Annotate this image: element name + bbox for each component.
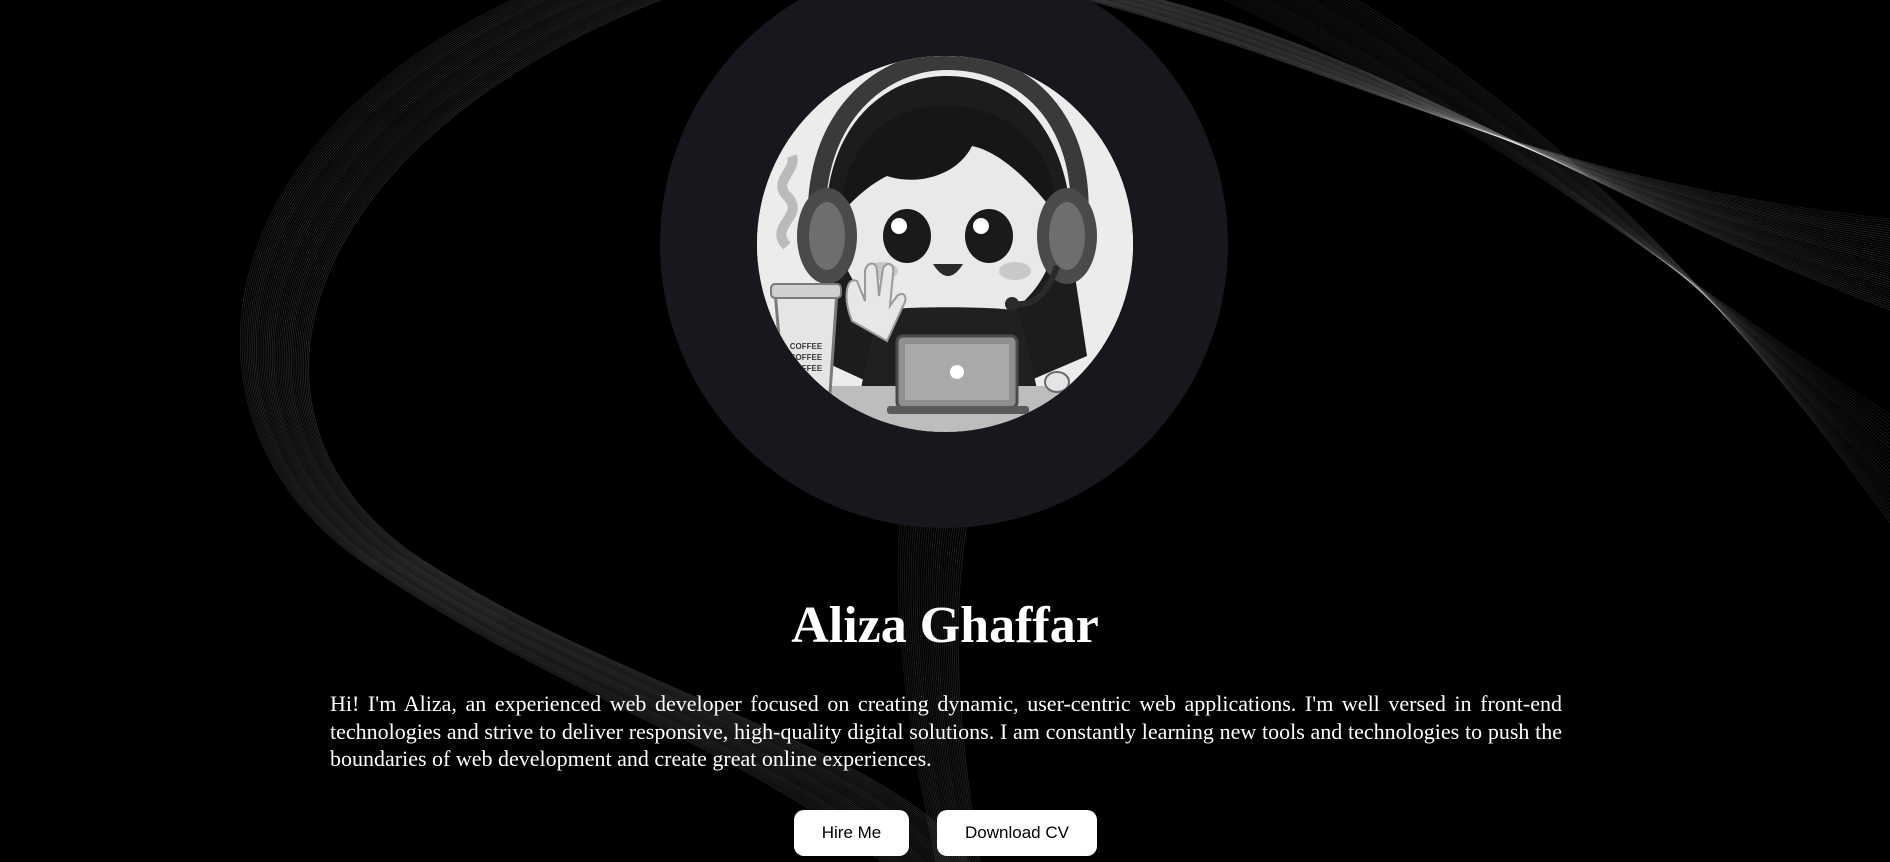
avatar-illustration: COFFEE COFFEE COFFEE (757, 56, 1133, 432)
hero-page: COFFEE COFFEE COFFEE Aliza Ghaffar Hi! I… (0, 0, 1890, 862)
avatar: COFFEE COFFEE COFFEE (757, 56, 1133, 432)
hero-bio: Hi! I'm Aliza, an experienced web develo… (330, 691, 1562, 771)
cup-text-1: COFFEE (790, 342, 823, 351)
hire-me-button[interactable]: Hire Me (794, 810, 909, 856)
download-cv-button[interactable]: Download CV (937, 810, 1097, 856)
hero-name: Aliza Ghaffar (791, 597, 1099, 654)
